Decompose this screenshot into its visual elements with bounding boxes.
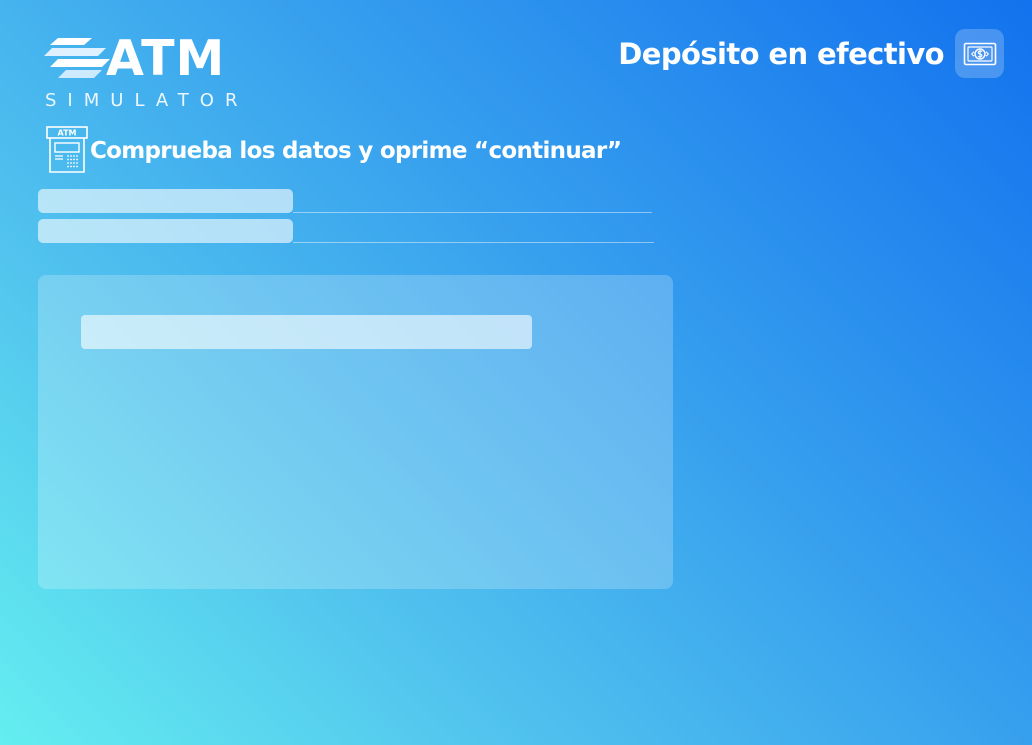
cash-banknote-icon [963,42,996,65]
atm-machine-icon: ATM [46,126,88,173]
summary-card [38,275,673,589]
logo-wordmark: ATM [106,30,226,87]
summary-content-placeholder [81,315,532,349]
cash-deposit-icon-button[interactable] [955,29,1004,78]
detail-row [38,219,654,243]
detail-underline [293,212,652,213]
page-title: Depósito en efectivo [618,37,944,71]
atm-icon-label: ATM [58,129,77,138]
detail-row [38,189,652,213]
detail-label-placeholder [38,219,293,243]
instruction-row: ATM Comprueba los datos y oprime “contin… [46,126,666,174]
detail-label-placeholder [38,189,293,213]
logo-subtitle: SIMULATOR [45,90,249,111]
logo-stripes-icon [44,38,110,78]
app-logo: ATM SIMULATOR [44,30,254,114]
detail-underline [293,242,654,243]
instruction-text: Comprueba los datos y oprime “continuar” [90,138,622,164]
